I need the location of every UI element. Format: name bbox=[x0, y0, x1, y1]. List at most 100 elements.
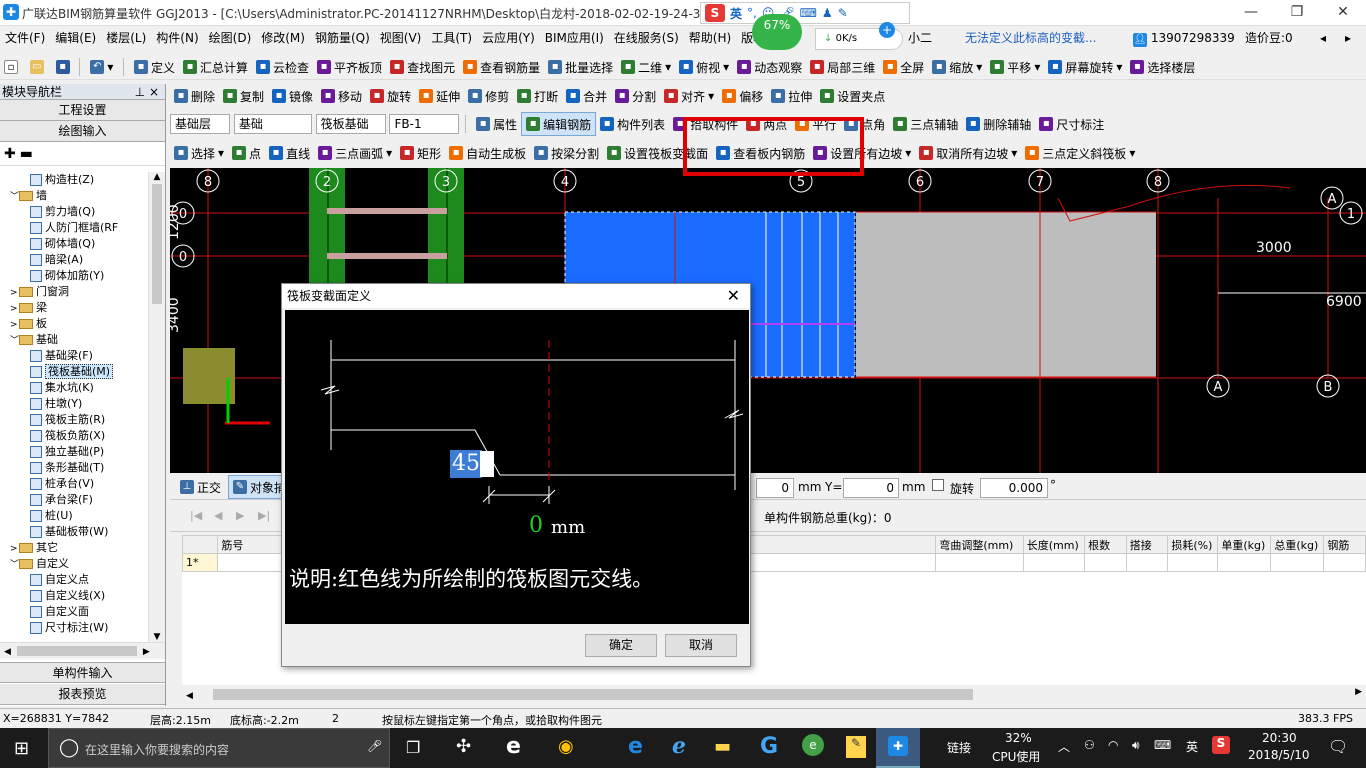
skin-icon[interactable]: ♟ bbox=[822, 6, 833, 20]
edge-icon[interactable]: e bbox=[506, 734, 521, 759]
menu-item[interactable]: 钢筋量(Q) bbox=[310, 26, 375, 50]
chevron-down-icon[interactable]: ▾ bbox=[708, 89, 714, 103]
toolbar4-button[interactable]: ▪ 选择 ▾ bbox=[170, 141, 228, 165]
menu-item[interactable]: 云应用(Y) bbox=[477, 26, 540, 50]
toolbar3-button[interactable]: ▪ 属性 bbox=[472, 112, 521, 136]
tree-scrollbar[interactable]: ▲ ▼ bbox=[148, 172, 165, 642]
keyboard-tray-icon[interactable]: ⌨︎ bbox=[1154, 738, 1171, 752]
type-select[interactable]: 基础 bbox=[233, 114, 312, 134]
table-cell[interactable] bbox=[1022, 553, 1086, 572]
chevron-down-icon[interactable]: ▾ bbox=[1129, 146, 1135, 160]
toolbar3-button[interactable]: ▪ 三点辅轴 bbox=[889, 112, 962, 136]
menu-arrow-right[interactable]: ▸ bbox=[1340, 26, 1356, 50]
table-cell[interactable] bbox=[1270, 553, 1325, 572]
punct-icon[interactable]: °, bbox=[747, 6, 757, 20]
project-settings-button[interactable]: 工程设置 bbox=[0, 100, 165, 121]
undo-icon[interactable]: ↶ ▾ bbox=[86, 55, 117, 79]
tree-item[interactable]: 自定义点 bbox=[0, 572, 148, 588]
toolbar4-button[interactable]: ▪ 设置筏板变截面 bbox=[603, 141, 712, 165]
new-icon[interactable]: ▫ bbox=[0, 55, 22, 79]
toolbar1-button[interactable]: ▪ 云检查 bbox=[252, 55, 313, 79]
toolbar2-button[interactable]: ▪ 旋转 bbox=[366, 84, 415, 108]
clock-time[interactable]: 20:30 bbox=[1262, 731, 1297, 745]
tree-item[interactable]: 筏板负筋(X) bbox=[0, 428, 148, 444]
menu-item[interactable]: 构件(N) bbox=[151, 26, 203, 50]
table-cell[interactable] bbox=[1323, 553, 1366, 572]
edge-browser-icon[interactable]: e bbox=[628, 734, 643, 759]
menu-item[interactable]: 楼层(L) bbox=[101, 26, 151, 50]
tree-item[interactable]: 集水坑(K) bbox=[0, 380, 148, 396]
tree-item[interactable]: 自定义面 bbox=[0, 604, 148, 620]
people-icon[interactable]: ⚇ bbox=[1084, 738, 1095, 752]
menu-item[interactable]: 修改(M) bbox=[256, 26, 310, 50]
notification-icon[interactable]: 🗨︎ bbox=[1328, 737, 1348, 756]
tree-toggle-icon[interactable]: > bbox=[10, 541, 19, 557]
fan-app-icon[interactable]: ✣ bbox=[456, 736, 471, 757]
tree-toggle-icon[interactable]: > bbox=[10, 285, 19, 301]
toolbar1-button[interactable]: ▪ 汇总计算 bbox=[179, 55, 252, 79]
name-select[interactable]: FB-1 bbox=[389, 114, 460, 134]
toolbar1-button[interactable]: ▪ 定义 bbox=[130, 55, 179, 79]
chevron-down-icon[interactable]: ▾ bbox=[218, 146, 224, 160]
search-box[interactable]: ◯ 在这里输入你要搜索的内容 🎤︎ bbox=[48, 728, 390, 768]
draw-input-button[interactable]: 绘图输入 bbox=[0, 121, 165, 142]
chevron-down-icon[interactable]: ▾ bbox=[905, 146, 911, 160]
toolbar2-button[interactable]: ▪ 对齐 ▾ bbox=[660, 84, 718, 108]
rotate-checkbox[interactable] bbox=[932, 479, 944, 491]
toolbar2-button[interactable]: ▪ 分割 bbox=[611, 84, 660, 108]
close-button[interactable]: ✕ bbox=[1320, 0, 1366, 26]
column-header[interactable]: 钢筋 bbox=[1323, 535, 1366, 554]
toolbar2-button[interactable]: ▪ 镜像 bbox=[268, 84, 317, 108]
tree-toggle-icon[interactable]: ﹀ bbox=[10, 189, 19, 205]
tree-item[interactable]: ﹀ 墙 bbox=[0, 188, 148, 204]
tree-item[interactable]: 筏板基础(M) bbox=[0, 364, 148, 380]
tree-item[interactable]: 桩(U) bbox=[0, 508, 148, 524]
tree-item[interactable]: 柱墩(Y) bbox=[0, 396, 148, 412]
toolbar1-button[interactable]: ▪ 批量选择 bbox=[544, 55, 617, 79]
tools-icon[interactable]: ✎ bbox=[838, 6, 848, 20]
mic-icon[interactable]: 🎤︎ bbox=[367, 739, 382, 753]
tree-toggle-icon[interactable]: ﹀ bbox=[10, 557, 19, 573]
table-cell[interactable] bbox=[1125, 553, 1169, 572]
toolbar2-button[interactable]: ▪ 偏移 bbox=[718, 84, 767, 108]
task-view-icon[interactable]: ❐ bbox=[406, 738, 420, 757]
toolbar1-button[interactable]: ▪ 俯视 ▾ bbox=[675, 55, 733, 79]
glodon-icon[interactable]: G bbox=[760, 734, 778, 759]
tree-item[interactable]: 基础梁(F) bbox=[0, 348, 148, 364]
raft-slab[interactable] bbox=[856, 212, 1156, 377]
expand-all-icon[interactable]: ✚ bbox=[4, 146, 16, 162]
tree-item[interactable]: 筏板主筋(R) bbox=[0, 412, 148, 428]
scroll-up-icon[interactable]: ▲ bbox=[149, 172, 165, 182]
keyboard-icon[interactable]: ⌨︎ bbox=[800, 6, 817, 20]
tree-item[interactable]: 承台梁(F) bbox=[0, 492, 148, 508]
nav-first-icon[interactable]: |◀ bbox=[190, 509, 202, 522]
tree-item[interactable]: 构造柱(Z) bbox=[0, 172, 148, 188]
tree-item[interactable]: > 板 bbox=[0, 316, 148, 332]
chevron-down-icon[interactable]: ▾ bbox=[723, 60, 729, 74]
chevron-down-icon[interactable]: ▾ bbox=[1034, 60, 1040, 74]
ortho-button[interactable]: ⊥ 正交 bbox=[176, 475, 225, 499]
save-icon[interactable]: ▪ bbox=[52, 55, 74, 79]
explorer-icon[interactable]: ▬ bbox=[714, 736, 731, 757]
toolbar3-button[interactable]: ▪ 编辑钢筋 bbox=[521, 112, 597, 136]
table-cell[interactable] bbox=[1084, 553, 1127, 572]
tree-item[interactable]: 砌体墙(Q) bbox=[0, 236, 148, 252]
row-header[interactable]: 1* bbox=[182, 553, 219, 572]
toolbar1-button[interactable]: ▪ 动态观察 bbox=[733, 55, 806, 79]
ggj-app-active[interactable]: ✚ bbox=[876, 728, 920, 768]
chevron-down-icon[interactable]: ▾ bbox=[1011, 146, 1017, 160]
column-header[interactable]: 损耗(%) bbox=[1167, 535, 1219, 554]
toolbar2-button[interactable]: ▪ 设置夹点 bbox=[816, 84, 889, 108]
rotate-input[interactable]: 0.000 bbox=[980, 478, 1048, 498]
menu-item[interactable]: 帮助(H) bbox=[684, 26, 736, 50]
pin-icon[interactable]: ⊥ × bbox=[135, 84, 159, 100]
tree-item[interactable]: ﹀ 基础 bbox=[0, 332, 148, 348]
toolbar4-button[interactable]: ▪ 按梁分割 bbox=[530, 141, 603, 165]
menu-item[interactable]: 文件(F) bbox=[0, 26, 50, 50]
toolbar3-button[interactable]: ▪ 构件列表 bbox=[596, 112, 669, 136]
toolbar1-button[interactable]: ▪ 屏幕旋转 ▾ bbox=[1044, 55, 1126, 79]
toolbar1-button[interactable]: ▪ 局部三维 bbox=[806, 55, 879, 79]
notify-app-icon[interactable]: ◉ bbox=[558, 736, 574, 757]
toolbar3-button[interactable]: ▪ 平行 bbox=[791, 112, 840, 136]
tray-up-icon[interactable]: ︿ bbox=[1058, 738, 1070, 755]
